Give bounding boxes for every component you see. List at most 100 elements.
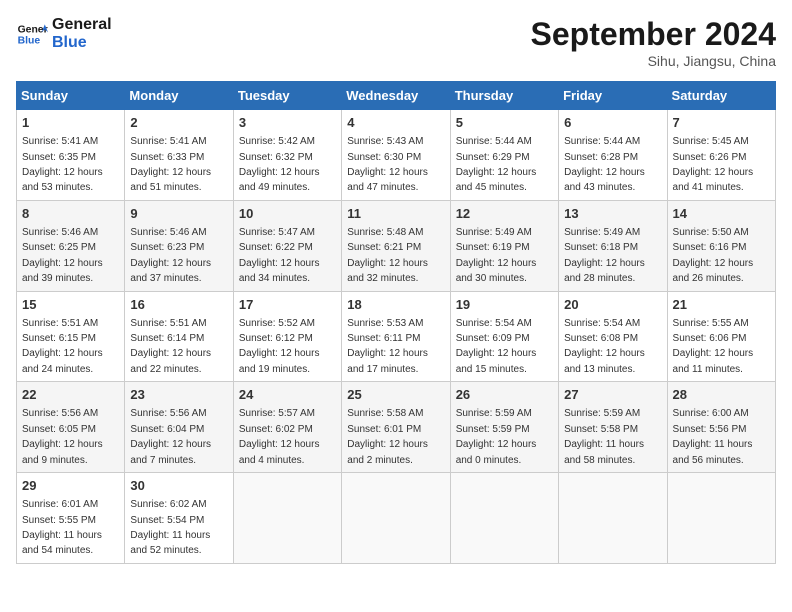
day-info: Sunrise: 5:52 AMSunset: 6:12 PMDaylight:… <box>239 318 320 375</box>
calendar-cell: 4Sunrise: 5:43 AMSunset: 6:30 PMDaylight… <box>342 110 450 201</box>
day-number: 23 <box>130 386 227 404</box>
day-number: 11 <box>347 205 444 223</box>
day-number: 12 <box>456 205 553 223</box>
col-tuesday: Tuesday <box>233 82 341 110</box>
day-number: 24 <box>239 386 336 404</box>
calendar-cell: 22 Sunrise: 5:56 AMSunset: 6:05 PMDayligh… <box>17 382 125 473</box>
calendar-cell: 3 Sunrise: 5:42 AMSunset: 6:32 PMDaylight… <box>233 110 341 201</box>
day-number: 29 <box>22 477 119 495</box>
calendar-cell: 20 Sunrise: 5:54 AMSunset: 6:08 PMDayligh… <box>559 291 667 382</box>
day-number: 7 <box>673 114 770 132</box>
calendar-cell: 29 Sunrise: 6:01 AMSunset: 5:55 PMDayligh… <box>17 473 125 564</box>
calendar-cell: 18Sunrise: 5:53 AMSunset: 6:11 PMDayligh… <box>342 291 450 382</box>
day-number: 22 <box>22 386 119 404</box>
day-info: Sunrise: 6:01 AMSunset: 5:55 PMDaylight:… <box>22 499 102 556</box>
calendar-table: Sunday Monday Tuesday Wednesday Thursday… <box>16 81 776 564</box>
day-number: 4 <box>347 114 444 132</box>
day-info: Sunrise: 5:50 AMSunset: 6:16 PMDaylight:… <box>673 227 754 284</box>
page-header: General Blue General Blue September 2024… <box>16 16 776 69</box>
calendar-week-row: 29 Sunrise: 6:01 AMSunset: 5:55 PMDayligh… <box>17 473 776 564</box>
calendar-cell: 24 Sunrise: 5:57 AMSunset: 6:02 PMDayligh… <box>233 382 341 473</box>
col-monday: Monday <box>125 82 233 110</box>
calendar-cell: 12 Sunrise: 5:49 AMSunset: 6:19 PMDayligh… <box>450 200 558 291</box>
day-info: Sunrise: 5:44 AMSunset: 6:28 PMDaylight:… <box>564 136 645 193</box>
day-number: 9 <box>130 205 227 223</box>
day-number: 2 <box>130 114 227 132</box>
calendar-cell: 27 Sunrise: 5:59 AMSunset: 5:58 PMDayligh… <box>559 382 667 473</box>
day-info: Sunrise: 5:51 AMSunset: 6:14 PMDaylight:… <box>130 318 211 375</box>
day-number: 15 <box>22 296 119 314</box>
col-saturday: Saturday <box>667 82 775 110</box>
col-wednesday: Wednesday <box>342 82 450 110</box>
calendar-cell: 30Sunrise: 6:02 AMSunset: 5:54 PMDayligh… <box>125 473 233 564</box>
day-number: 30 <box>130 477 227 495</box>
day-number: 26 <box>456 386 553 404</box>
calendar-cell: 11 Sunrise: 5:48 AMSunset: 6:21 PMDayligh… <box>342 200 450 291</box>
day-number: 20 <box>564 296 661 314</box>
calendar-cell: 10Sunrise: 5:47 AMSunset: 6:22 PMDayligh… <box>233 200 341 291</box>
logo-blue: Blue <box>52 34 112 52</box>
day-info: Sunrise: 5:54 AMSunset: 6:09 PMDaylight:… <box>456 318 537 375</box>
day-number: 27 <box>564 386 661 404</box>
day-info: Sunrise: 5:49 AMSunset: 6:18 PMDaylight:… <box>564 227 645 284</box>
calendar-cell <box>450 473 558 564</box>
calendar-cell: 7 Sunrise: 5:45 AMSunset: 6:26 PMDaylight… <box>667 110 775 201</box>
day-info: Sunrise: 6:00 AMSunset: 5:56 PMDaylight:… <box>673 408 753 465</box>
col-thursday: Thursday <box>450 82 558 110</box>
calendar-cell: 15 Sunrise: 5:51 AMSunset: 6:15 PMDayligh… <box>17 291 125 382</box>
day-info: Sunrise: 5:56 AMSunset: 6:04 PMDaylight:… <box>130 408 211 465</box>
calendar-cell <box>559 473 667 564</box>
day-info: Sunrise: 5:48 AMSunset: 6:21 PMDaylight:… <box>347 227 428 284</box>
calendar-cell: 8Sunrise: 5:46 AMSunset: 6:25 PMDaylight… <box>17 200 125 291</box>
calendar-cell: 25 Sunrise: 5:58 AMSunset: 6:01 PMDayligh… <box>342 382 450 473</box>
calendar-cell <box>233 473 341 564</box>
calendar-cell: 26 Sunrise: 5:59 AMSunset: 5:59 PMDayligh… <box>450 382 558 473</box>
calendar-cell: 21Sunrise: 5:55 AMSunset: 6:06 PMDayligh… <box>667 291 775 382</box>
calendar-cell: 5 Sunrise: 5:44 AMSunset: 6:29 PMDaylight… <box>450 110 558 201</box>
calendar-header-row: Sunday Monday Tuesday Wednesday Thursday… <box>17 82 776 110</box>
logo: General Blue General Blue <box>16 16 112 52</box>
day-info: Sunrise: 5:54 AMSunset: 6:08 PMDaylight:… <box>564 318 645 375</box>
day-number: 1 <box>22 114 119 132</box>
day-number: 3 <box>239 114 336 132</box>
col-friday: Friday <box>559 82 667 110</box>
calendar-cell: 23 Sunrise: 5:56 AMSunset: 6:04 PMDayligh… <box>125 382 233 473</box>
calendar-cell <box>667 473 775 564</box>
calendar-week-row: 8Sunrise: 5:46 AMSunset: 6:25 PMDaylight… <box>17 200 776 291</box>
calendar-cell: 9 Sunrise: 5:46 AMSunset: 6:23 PMDaylight… <box>125 200 233 291</box>
day-number: 13 <box>564 205 661 223</box>
day-info: Sunrise: 5:58 AMSunset: 6:01 PMDaylight:… <box>347 408 428 465</box>
calendar-cell: 17 Sunrise: 5:52 AMSunset: 6:12 PMDayligh… <box>233 291 341 382</box>
location: Sihu, Jiangsu, China <box>531 53 776 69</box>
logo-icon: General Blue <box>16 18 48 50</box>
day-info: Sunrise: 5:44 AMSunset: 6:29 PMDaylight:… <box>456 136 537 193</box>
day-info: Sunrise: 5:46 AMSunset: 6:23 PMDaylight:… <box>130 227 211 284</box>
day-number: 5 <box>456 114 553 132</box>
calendar-cell: 19Sunrise: 5:54 AMSunset: 6:09 PMDayligh… <box>450 291 558 382</box>
logo-general: General <box>52 16 112 34</box>
day-info: Sunrise: 5:41 AMSunset: 6:33 PMDaylight:… <box>130 136 211 193</box>
day-number: 28 <box>673 386 770 404</box>
calendar-week-row: 15 Sunrise: 5:51 AMSunset: 6:15 PMDayligh… <box>17 291 776 382</box>
calendar-cell: 13 Sunrise: 5:49 AMSunset: 6:18 PMDayligh… <box>559 200 667 291</box>
day-number: 14 <box>673 205 770 223</box>
day-info: Sunrise: 5:59 AMSunset: 5:59 PMDaylight:… <box>456 408 537 465</box>
calendar-cell: 1 Sunrise: 5:41 AMSunset: 6:35 PMDaylight… <box>17 110 125 201</box>
day-info: Sunrise: 5:57 AMSunset: 6:02 PMDaylight:… <box>239 408 320 465</box>
day-number: 17 <box>239 296 336 314</box>
day-info: Sunrise: 5:42 AMSunset: 6:32 PMDaylight:… <box>239 136 320 193</box>
month-title: September 2024 <box>531 16 776 53</box>
day-number: 16 <box>130 296 227 314</box>
day-info: Sunrise: 5:41 AMSunset: 6:35 PMDaylight:… <box>22 136 103 193</box>
day-info: Sunrise: 5:45 AMSunset: 6:26 PMDaylight:… <box>673 136 754 193</box>
day-number: 18 <box>347 296 444 314</box>
day-info: Sunrise: 5:51 AMSunset: 6:15 PMDaylight:… <box>22 318 103 375</box>
day-info: Sunrise: 5:55 AMSunset: 6:06 PMDaylight:… <box>673 318 754 375</box>
day-info: Sunrise: 5:56 AMSunset: 6:05 PMDaylight:… <box>22 408 103 465</box>
day-info: Sunrise: 5:49 AMSunset: 6:19 PMDaylight:… <box>456 227 537 284</box>
day-info: Sunrise: 5:46 AMSunset: 6:25 PMDaylight:… <box>22 227 103 284</box>
day-info: Sunrise: 5:59 AMSunset: 5:58 PMDaylight:… <box>564 408 644 465</box>
calendar-cell: 14 Sunrise: 5:50 AMSunset: 6:16 PMDayligh… <box>667 200 775 291</box>
svg-text:Blue: Blue <box>18 36 41 47</box>
day-number: 25 <box>347 386 444 404</box>
